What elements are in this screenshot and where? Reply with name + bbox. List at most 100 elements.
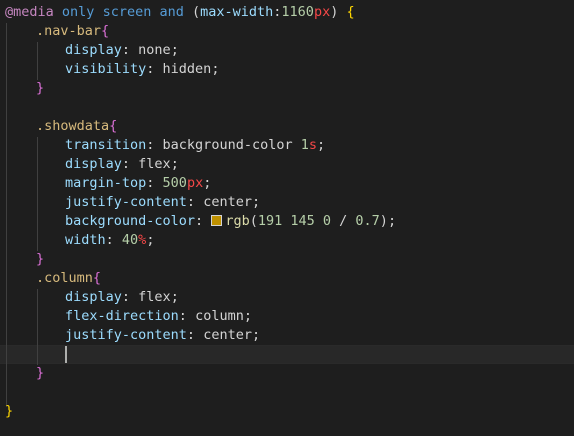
- code-line-17: flex-direction: column;: [65, 307, 252, 326]
- token-semicolon: ;: [317, 137, 326, 153]
- token-slash: /: [331, 213, 356, 229]
- code-line-3: display: none;: [65, 41, 179, 60]
- code-line-1: @media only screen and (max-width:1160px…: [5, 3, 355, 22]
- token-selector: .showdata: [36, 118, 110, 134]
- token-number: 0.7: [355, 213, 380, 229]
- token-keyword: only: [53, 4, 103, 20]
- token-property: display: [65, 156, 122, 172]
- token-semicolon: ;: [170, 42, 179, 58]
- indent-guide-column: [37, 289, 38, 365]
- token-brace: }: [5, 403, 14, 419]
- token-brace: }: [36, 80, 45, 96]
- token-colon: :: [146, 61, 163, 77]
- token-paren: (: [191, 4, 201, 20]
- token-value: background-color: [162, 137, 301, 153]
- token-semicolon: ;: [170, 289, 179, 305]
- token-colon: :: [146, 175, 163, 191]
- token-value: center: [203, 194, 252, 210]
- token-brace: {: [101, 23, 110, 39]
- token-function: rgb: [225, 213, 250, 229]
- token-colon: :: [121, 42, 139, 58]
- token-colon: :: [105, 232, 122, 248]
- token-number: 40: [121, 232, 139, 248]
- token-colon: :: [195, 213, 212, 229]
- token-colon: :: [186, 194, 204, 210]
- code-line-16: display: flex;: [65, 288, 179, 307]
- token-selector: .column: [36, 270, 93, 286]
- code-line-2: .nav-bar{: [36, 22, 109, 41]
- code-line-15: .column{: [36, 269, 101, 288]
- token-colon: :: [146, 137, 163, 153]
- token-brace: {: [109, 118, 118, 134]
- code-line-10: margin-top: 500px;: [65, 174, 211, 193]
- token-semicolon: ;: [387, 213, 397, 229]
- token-value: flex: [138, 156, 171, 172]
- token-number: 500: [162, 175, 187, 191]
- indent-guide-nav-bar: [37, 42, 38, 80]
- token-value: center: [203, 327, 252, 343]
- token-keyword: and: [151, 4, 192, 20]
- token-property: display: [65, 42, 122, 58]
- token-number: 1160: [281, 4, 314, 20]
- token-value: hidden: [162, 61, 212, 77]
- token-unit: px: [313, 4, 331, 20]
- token-unit: s: [308, 137, 317, 153]
- code-line-5: }: [36, 79, 44, 98]
- current-line-highlight: [0, 345, 574, 364]
- code-line-9: display: flex;: [65, 155, 179, 174]
- token-paren: ): [379, 213, 388, 229]
- token-semicolon: ;: [203, 175, 212, 191]
- token-value: none: [138, 42, 171, 58]
- token-property: flex-direction: [65, 308, 179, 324]
- code-line-8: transition: background-color 1s;: [65, 136, 325, 155]
- token-property: transition: [65, 137, 147, 153]
- token-property: max-width: [200, 4, 274, 20]
- token-semicolon: ;: [243, 308, 252, 324]
- token-property: justify-content: [65, 194, 187, 210]
- token-brace: }: [36, 251, 45, 267]
- token-semicolon: ;: [251, 327, 261, 343]
- token-number: 145: [282, 213, 315, 229]
- indent-guide-outer: [6, 23, 7, 407]
- code-line-22: }: [5, 402, 13, 421]
- token-colon: :: [186, 327, 204, 343]
- token-selector: .nav-bar: [36, 23, 102, 39]
- token-semicolon: ;: [251, 194, 261, 210]
- token-property: visibility: [65, 61, 147, 77]
- token-number: 1: [300, 137, 309, 153]
- token-keyword: screen: [102, 4, 152, 20]
- token-number: 191: [257, 213, 283, 229]
- token-semicolon: ;: [146, 232, 155, 248]
- text-cursor: [65, 346, 67, 363]
- code-line-11: justify-content: center;: [65, 193, 260, 212]
- token-colon: :: [121, 289, 139, 305]
- token-brace: {: [346, 4, 355, 20]
- token-semicolon: ;: [170, 156, 179, 172]
- indent-guide-showdata: [37, 137, 38, 251]
- code-line-12: background-color: rgb(191 145 0 / 0.7);: [65, 212, 396, 231]
- token-paren: (: [249, 213, 258, 229]
- token-value: flex: [138, 289, 171, 305]
- token-brace: }: [36, 365, 45, 381]
- code-line-7: .showdata{: [36, 117, 117, 136]
- token-at-rule: @media: [5, 4, 54, 20]
- token-colon: :: [178, 308, 196, 324]
- code-editor[interactable]: @media only screen and (max-width:1160px…: [0, 0, 574, 436]
- code-line-4: visibility: hidden;: [65, 60, 219, 79]
- token-colon: :: [121, 156, 139, 172]
- token-property: background-color: [65, 213, 196, 229]
- token-property: display: [65, 289, 122, 305]
- token-property: width: [65, 232, 106, 248]
- code-line-20: }: [36, 364, 44, 383]
- code-line-14: }: [36, 250, 44, 269]
- token-value: column: [195, 308, 244, 324]
- color-swatch-icon[interactable]: [211, 215, 223, 226]
- code-line-13: width: 40%;: [65, 231, 154, 250]
- token-semicolon: ;: [211, 61, 220, 77]
- token-property: justify-content: [65, 327, 187, 343]
- code-line-18: justify-content: center;: [65, 326, 260, 345]
- token-brace: {: [92, 270, 102, 286]
- token-unit: px: [186, 175, 204, 191]
- token-property: margin-top: [65, 175, 147, 191]
- token-number: 0: [314, 213, 332, 229]
